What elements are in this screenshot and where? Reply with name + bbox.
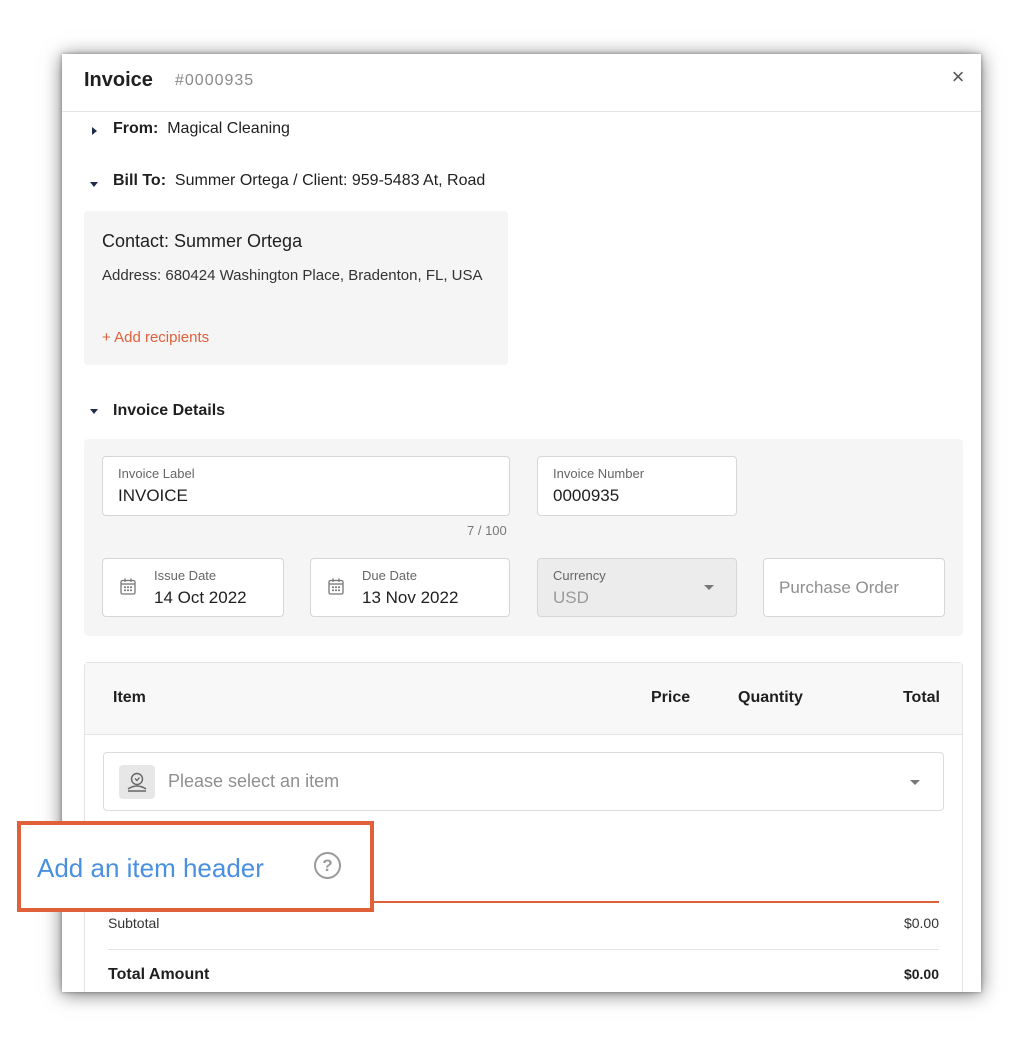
total-amount-value: $0.00 (903, 966, 939, 982)
contact-name: Contact: Summer Ortega (102, 231, 303, 251)
item-glyph (127, 772, 147, 792)
from-label-group: From: Magical Cleaning (113, 120, 290, 138)
bill-to-label: Bill To: (113, 172, 167, 189)
calendar-icon (328, 578, 344, 595)
subtotal-label: Subtotal (108, 915, 160, 931)
from-value: Magical Cleaning (167, 120, 290, 137)
item-select-placeholder: Please select an item (168, 771, 340, 791)
modal-title: Invoice (84, 69, 153, 91)
purchase-order-field[interactable]: Purchase Order (763, 558, 945, 617)
invoice-label-value: INVOICE (118, 486, 188, 505)
add-item-header-callout: Add an item header ? (17, 821, 374, 912)
currency-select: Currency USD (537, 558, 737, 617)
header-divider (62, 111, 981, 112)
chevron-down-icon (704, 585, 714, 590)
invoice-details-panel: Invoice Label INVOICE 7 / 100 Invoice Nu… (84, 439, 963, 636)
invoice-label-field[interactable]: Invoice Label INVOICE (102, 456, 510, 516)
item-icon (119, 765, 155, 799)
bill-to-row[interactable]: Bill To: Summer Ortega / Client: 959-548… (90, 172, 690, 196)
calendar-icon (120, 578, 136, 595)
due-date-label: Due Date (362, 568, 417, 583)
caret-down-icon (90, 409, 98, 414)
column-header-item: Item (113, 689, 146, 706)
invoice-number-value: 0000935 (553, 486, 620, 505)
issue-date-value: 14 Oct 2022 (154, 588, 247, 607)
column-header-price: Price (651, 689, 691, 706)
from-row[interactable]: From: Magical Cleaning (90, 120, 490, 144)
item-select-dropdown[interactable]: Please select an item (103, 752, 944, 811)
bill-to-label-group: Bill To: Summer Ortega / Client: 959-548… (113, 172, 485, 190)
due-date-field[interactable]: Due Date 13 Nov 2022 (310, 558, 510, 617)
close-icon[interactable]: × (947, 66, 969, 88)
help-icon[interactable]: ? (314, 852, 341, 879)
caret-right-icon (92, 127, 97, 135)
items-table-header: Item Price Quantity Total (85, 663, 962, 735)
invoice-details-title: Invoice Details (113, 402, 226, 419)
column-header-quantity: Quantity (738, 689, 803, 706)
bill-to-extra: / Client: 959-5483 At, Road (288, 172, 486, 189)
invoice-details-row[interactable]: Invoice Details (90, 402, 490, 426)
chevron-down-icon (910, 780, 920, 785)
add-item-header-link[interactable]: Add an item header (37, 853, 264, 884)
column-header-total: Total (902, 689, 940, 706)
issue-date-field[interactable]: Issue Date 14 Oct 2022 (102, 558, 284, 617)
currency-label: Currency (553, 568, 606, 583)
invoice-number-field[interactable]: Invoice Number 0000935 (537, 456, 737, 516)
invoice-label-counter: 7 / 100 (467, 523, 507, 538)
due-date-value: 13 Nov 2022 (362, 588, 459, 607)
totals-divider (108, 949, 939, 950)
subtotal-value: $0.00 (903, 915, 939, 931)
currency-value: USD (553, 588, 589, 607)
add-recipients-link[interactable]: + Add recipients (102, 329, 209, 346)
contact-card: Contact: Summer Ortega Address: 680424 W… (84, 211, 508, 365)
total-amount-label: Total Amount (108, 966, 210, 983)
invoice-details-title-group: Invoice Details (113, 402, 225, 420)
bill-to-name: Summer Ortega (174, 172, 289, 189)
invoice-label-label: Invoice Label (118, 466, 195, 481)
invoice-number-label: Invoice Number (553, 466, 645, 481)
caret-down-icon (90, 182, 98, 187)
invoice-number-header: #0000935 (175, 72, 255, 89)
purchase-order-placeholder: Purchase Order (779, 578, 899, 597)
issue-date-label: Issue Date (154, 568, 217, 583)
contact-address: Address: 680424 Washington Place, Braden… (102, 267, 483, 284)
from-label: From: (113, 120, 159, 137)
